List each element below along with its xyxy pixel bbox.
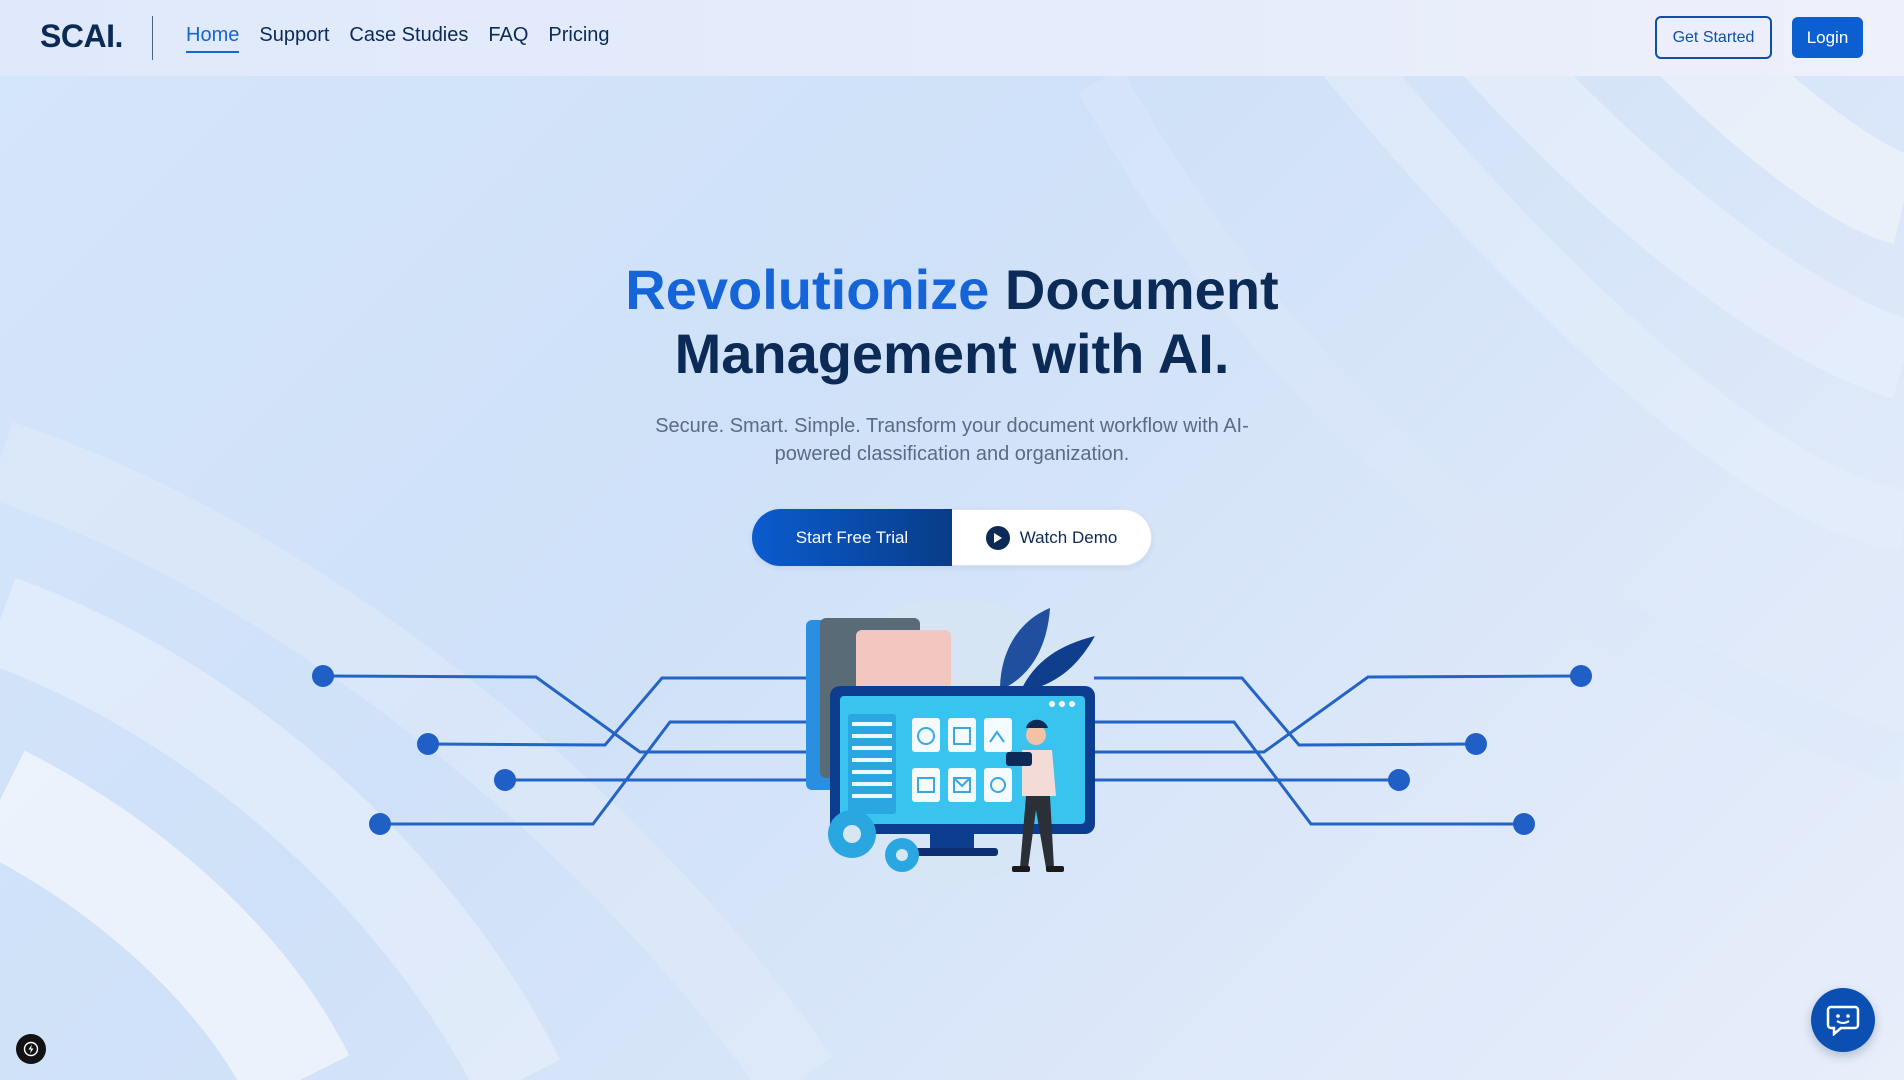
bolt-badge[interactable] [16,1034,46,1064]
hero-title: Revolutionize Document Management with A… [552,258,1352,386]
watch-demo-button[interactable]: Watch Demo [952,509,1152,566]
hero-title-line1-rest: Document [989,258,1279,321]
hero-title-line2: Management with AI. [674,322,1230,385]
monitor-stand [930,834,974,850]
nav-support[interactable]: Support [259,24,329,53]
start-free-trial-button[interactable]: Start Free Trial [752,509,952,566]
top-navbar: SCAI. Home Support Case Studies FAQ Pric… [0,0,1904,76]
main-nav: Home Support Case Studies FAQ Pricing [186,24,610,53]
hero-illustration [312,600,1592,882]
nav-pricing[interactable]: Pricing [548,24,609,53]
screen-list [848,714,896,814]
get-started-button[interactable]: Get Started [1655,16,1772,59]
bolt-icon [23,1041,39,1057]
watch-demo-label: Watch Demo [1019,527,1118,547]
nav-faq[interactable]: FAQ [488,24,528,53]
nav-home[interactable]: Home [186,24,240,53]
play-icon [985,525,1010,550]
brand-logo[interactable]: SCAI. [40,18,123,55]
circuit-lines-right [1094,674,1582,826]
monitor-base [906,848,998,856]
nav-case-studies[interactable]: Case Studies [349,24,468,53]
header-divider [152,16,153,60]
chat-widget-button[interactable] [1811,988,1875,1052]
circuit-nodes-right [1388,665,1592,835]
circuit-lines-left [322,674,810,826]
hero-subtitle: Secure. Smart. Simple. Transform your do… [655,415,1249,465]
chat-bubble-icon [1826,1005,1860,1036]
circuit-nodes-left [312,665,516,835]
hero-title-accent: Revolutionize [625,258,990,321]
hero-cta-group: Start Free Trial Watch Demo [752,509,1152,566]
login-button[interactable]: Login [1792,17,1863,58]
